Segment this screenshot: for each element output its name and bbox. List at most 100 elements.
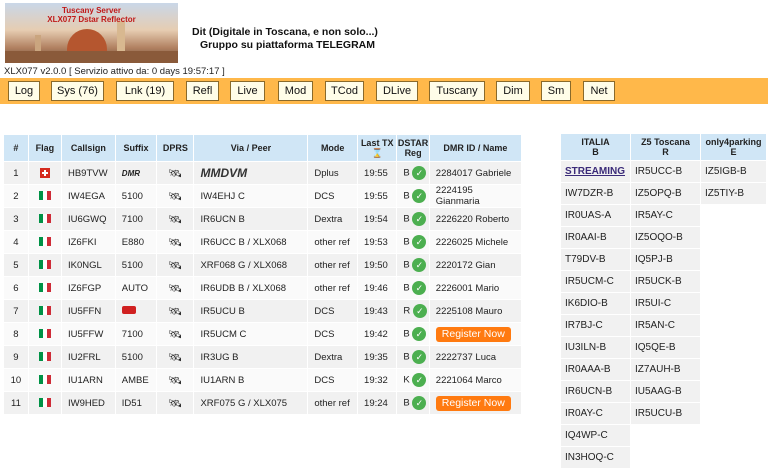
z5-toscana-node[interactable]: IR5UI-C [635, 298, 671, 309]
z5-toscana-node[interactable]: IR5AN-C [635, 320, 675, 331]
italia-node[interactable]: T79DV-B [565, 254, 606, 265]
z5-toscana-node[interactable]: IR5AY-C [635, 210, 673, 221]
module-z5-toscana-header[interactable]: Z5 Toscana R [630, 133, 701, 161]
satellite-icon[interactable]: 🛰 [168, 237, 182, 249]
italian-flag-icon[interactable] [38, 214, 51, 224]
table-row: 4 IZ6FKI E880 🛰 IR6UCC B / XLX068 other ref 19… [3, 230, 523, 254]
dmr-id-name[interactable]: 2226220 Roberto [436, 214, 509, 225]
italia-node[interactable]: IQ4WP-C [565, 430, 608, 441]
dmr-id-name[interactable]: 2221064 Marco [436, 375, 502, 386]
callsign[interactable]: IU5FFW [60, 322, 116, 346]
dmr-id-name[interactable]: 2225108 Mauro [436, 306, 503, 317]
nav-refl-button[interactable]: Refl [186, 81, 219, 101]
italia-node[interactable]: IN3HOQ-C [565, 452, 614, 463]
italian-flag-icon[interactable] [38, 191, 51, 201]
via-peer-text[interactable]: IR3UG B [200, 352, 238, 363]
z5-toscana-node[interactable]: IU5AAG-B [635, 386, 682, 397]
via-peer-text[interactable]: IR5UCM C [200, 329, 246, 340]
dmr-id-name[interactable]: 2226001 Mario [436, 283, 499, 294]
dmr-id-name[interactable]: 2220172 Gian [436, 260, 496, 271]
italia-node[interactable]: IK6DIO-B [565, 298, 608, 309]
z5-toscana-node[interactable]: IZ7AUH-B [635, 364, 681, 375]
via-peer-text[interactable]: IR5UCU B [200, 306, 244, 317]
mode: DCS [307, 184, 359, 208]
italia-node[interactable]: IR0AY-C [565, 408, 603, 419]
module-only4parking-header[interactable]: only4parking E [700, 133, 767, 161]
callsign[interactable]: HB9TVW [60, 161, 116, 185]
dmr-id-name[interactable]: 2224195 Gianmaria [436, 186, 521, 207]
dmr-id-name[interactable]: 2222737 Luca [436, 352, 496, 363]
satellite-icon[interactable]: 🛰 [168, 375, 182, 387]
callsign[interactable]: IU2FRL [60, 345, 116, 369]
callsign[interactable]: IU5FFN [60, 299, 116, 323]
z5-toscana-node[interactable]: IR5UCU-B [635, 408, 682, 419]
swiss-flag-icon[interactable] [39, 167, 50, 178]
nav-net-button[interactable]: Net [583, 81, 615, 101]
satellite-icon[interactable]: 🛰 [168, 191, 182, 203]
satellite-icon[interactable]: 🛰 [168, 283, 182, 295]
only4parking-node[interactable]: IZ5TIY-B [705, 188, 744, 199]
nav-tuscany-button[interactable]: Tuscany [429, 81, 485, 101]
italian-flag-icon[interactable] [38, 352, 51, 362]
via-peer-text[interactable]: IW4EHJ C [200, 191, 244, 202]
italian-flag-icon[interactable] [38, 283, 51, 293]
italia-node[interactable]: IR0AAI-B [565, 232, 607, 243]
italia-node[interactable]: IU3ILN-B [565, 342, 606, 353]
nav-sm-button[interactable]: Sm [541, 81, 571, 101]
italia-node[interactable]: IR0UAS-A [565, 210, 611, 221]
callsign[interactable]: IU6GWQ [60, 207, 116, 231]
nav-lnk-button[interactable]: Lnk (19) [116, 81, 174, 101]
nav-sys-button[interactable]: Sys (76) [51, 81, 104, 101]
z5-toscana-node[interactable]: IR5UCK-B [635, 276, 682, 287]
nav-live-button[interactable]: Live [230, 81, 265, 101]
via-peer-text[interactable]: XRF075 G / XLX075 [200, 398, 287, 409]
callsign[interactable]: IW9HED [60, 391, 116, 415]
satellite-icon[interactable]: 🛰 [168, 329, 182, 341]
register-now-button[interactable]: Register Now [435, 326, 511, 342]
z5-toscana-node[interactable]: IR5UCC-B [635, 166, 682, 177]
callsign[interactable]: IZ6FGP [60, 276, 116, 300]
nav-tcod-button[interactable]: TCod [325, 81, 364, 101]
nav-dim-button[interactable]: Dim [496, 81, 530, 101]
only4parking-node[interactable]: IZ5IGB-B [705, 166, 747, 177]
nav-log-button[interactable]: Log [8, 81, 40, 101]
dmr-id-name[interactable]: 2226025 Michele [436, 237, 508, 248]
z5-toscana-node[interactable]: IQ5QE-B [635, 342, 676, 353]
satellite-icon[interactable]: 🛰 [168, 352, 182, 364]
callsign[interactable]: IW4EGA [60, 184, 116, 208]
italia-node[interactable]: IR6UCN-B [565, 386, 612, 397]
module-row: IR0AAA-B IZ7AUH-B [560, 358, 767, 381]
z5-toscana-node[interactable]: IZ5OPQ-B [635, 188, 682, 199]
nav-dlive-button[interactable]: DLive [376, 81, 418, 101]
satellite-icon[interactable]: 🛰 [168, 306, 182, 318]
via-peer-text[interactable]: XRF068 G / XLX068 [200, 260, 287, 271]
callsign[interactable]: IK0NGL [60, 253, 116, 277]
via-peer-text[interactable]: IR6UCC B / XLX068 [200, 237, 286, 248]
satellite-icon[interactable]: 🛰 [168, 398, 182, 410]
italia-node[interactable]: IW7DZR-B [565, 188, 613, 199]
callsign[interactable]: IZ6FKI [60, 230, 116, 254]
via-peer-text[interactable]: IR6UCN B [200, 214, 244, 225]
dmr-id-name[interactable]: 2284017 Gabriele [436, 168, 512, 179]
z5-toscana-node[interactable]: IQ5PJ-B [635, 254, 673, 265]
callsign[interactable]: IU1ARN [60, 368, 116, 392]
italia-node[interactable]: IR5UCM-C [565, 276, 614, 287]
italian-flag-icon[interactable] [38, 306, 51, 316]
streaming-link[interactable]: STREAMING [565, 166, 625, 177]
satellite-icon[interactable]: 🛰 [168, 168, 182, 180]
italian-flag-icon[interactable] [38, 237, 51, 247]
satellite-icon[interactable]: 🛰 [168, 260, 182, 272]
satellite-icon[interactable]: 🛰 [168, 214, 182, 226]
italian-flag-icon[interactable] [38, 260, 51, 270]
register-now-button[interactable]: Register Now [435, 395, 511, 411]
italia-node[interactable]: IR0AAA-B [565, 364, 611, 375]
via-peer-text[interactable]: IU1ARN B [200, 375, 244, 386]
nav-mod-button[interactable]: Mod [278, 81, 313, 101]
z5-toscana-node[interactable]: IZ5OQO-B [635, 232, 683, 243]
via-peer-text[interactable]: IR6UDB B / XLX068 [200, 283, 286, 294]
italian-flag-icon[interactable] [38, 375, 51, 385]
module-italia-header[interactable]: ITALIA B [560, 133, 631, 161]
italian-flag-icon[interactable] [38, 329, 51, 339]
italian-flag-icon[interactable] [38, 398, 51, 408]
italia-node[interactable]: IR7BJ-C [565, 320, 603, 331]
